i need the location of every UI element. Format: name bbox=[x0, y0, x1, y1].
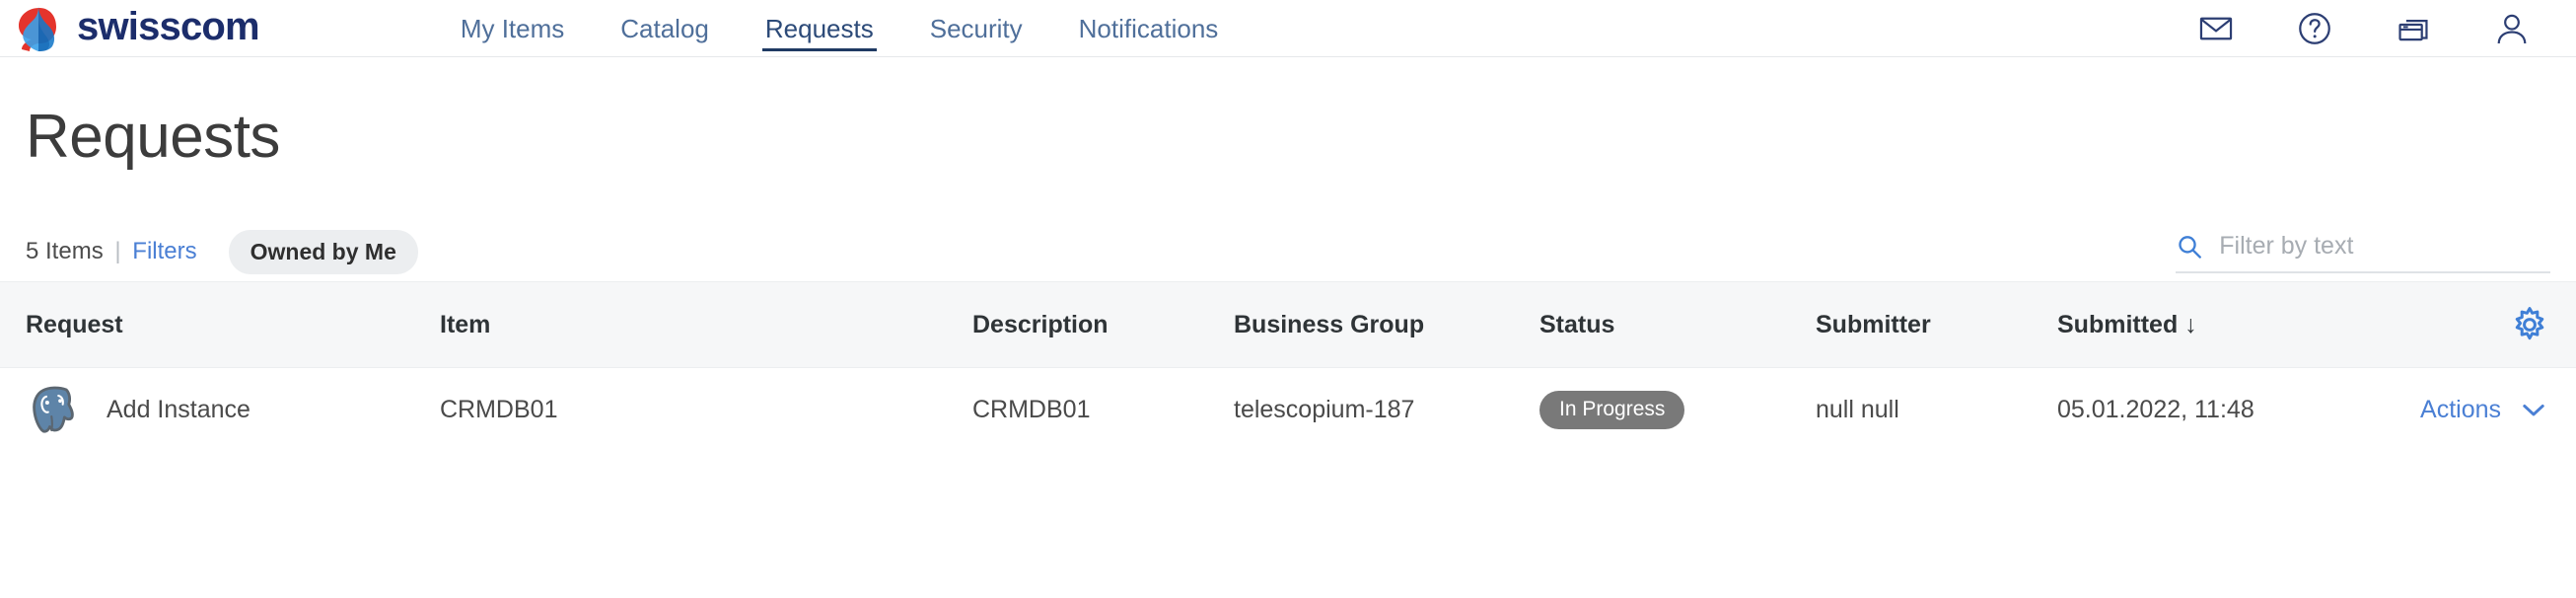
gear-icon[interactable] bbox=[2509, 304, 2550, 345]
column-header-item[interactable]: Item bbox=[440, 311, 972, 339]
column-header-submitted-label: Submitted bbox=[2057, 310, 2179, 338]
cell-request-label: Add Instance bbox=[107, 395, 250, 423]
page-title: Requests bbox=[26, 103, 280, 171]
swisscom-logo-icon bbox=[19, 5, 56, 51]
column-header-business-group[interactable]: Business Group bbox=[1234, 311, 1539, 339]
column-header-settings bbox=[2373, 304, 2550, 345]
column-header-request[interactable]: Request bbox=[26, 311, 440, 339]
brand-logo[interactable]: swisscom bbox=[10, 4, 260, 53]
search-input[interactable] bbox=[2219, 232, 2550, 261]
chevron-down-icon[interactable] bbox=[2517, 393, 2550, 426]
cell-business-group: telescopium-187 bbox=[1234, 395, 1415, 423]
column-header-submitted[interactable]: Submitted ↓ bbox=[2057, 311, 2373, 339]
status-badge: In Progress bbox=[1539, 390, 1685, 429]
actions-label[interactable]: Actions bbox=[2420, 396, 2501, 424]
main-nav: My Items Catalog Requests Security Notif… bbox=[461, 0, 1218, 57]
cell-actions[interactable]: Actions bbox=[2373, 393, 2550, 426]
cell-request: Add Instance bbox=[26, 382, 440, 437]
column-header-submitter[interactable]: Submitter bbox=[1816, 311, 2057, 339]
search-field-wrapper bbox=[2176, 231, 2550, 273]
cell-description: CRMDB01 bbox=[972, 395, 1091, 423]
table-header-row: Request Item Description Business Group … bbox=[0, 281, 2576, 368]
search-icon[interactable] bbox=[2176, 231, 2203, 262]
requests-table: Request Item Description Business Group … bbox=[0, 281, 2576, 451]
nav-item-requests[interactable]: Requests bbox=[761, 0, 877, 57]
cell-item: CRMDB01 bbox=[440, 395, 558, 423]
cell-status: In Progress bbox=[1539, 390, 1816, 429]
table-row[interactable]: Add Instance CRMDB01 CRMDB01 telescopium… bbox=[0, 368, 2576, 451]
help-circle-icon[interactable] bbox=[2296, 10, 2333, 47]
nav-item-notifications[interactable]: Notifications bbox=[1079, 0, 1219, 57]
filters-link[interactable]: Filters bbox=[132, 238, 196, 264]
header-icon-group bbox=[2197, 10, 2531, 47]
item-count-and-filters: 5 Items | Filters bbox=[26, 238, 197, 265]
nav-item-my-items[interactable]: My Items bbox=[461, 0, 564, 57]
top-navigation-bar: swisscom My Items Catalog Requests Secur… bbox=[0, 0, 2576, 57]
nav-item-catalog[interactable]: Catalog bbox=[620, 0, 709, 57]
postgresql-icon bbox=[33, 386, 74, 433]
filter-chip-owned-by-me[interactable]: Owned by Me bbox=[228, 229, 418, 274]
cell-submitted: 05.01.2022, 11:48 bbox=[2057, 395, 2254, 423]
windows-icon[interactable] bbox=[2395, 10, 2432, 47]
cell-submitter: null null bbox=[1816, 395, 1899, 423]
sort-descending-arrow-icon: ↓ bbox=[2184, 310, 2197, 338]
user-account-icon[interactable] bbox=[2493, 10, 2531, 47]
nav-item-security[interactable]: Security bbox=[930, 0, 1023, 57]
toolbar-separator: | bbox=[114, 238, 121, 264]
column-header-status[interactable]: Status bbox=[1539, 311, 1816, 339]
item-count-label: 5 Items bbox=[26, 238, 104, 264]
column-header-description[interactable]: Description bbox=[972, 311, 1234, 339]
list-toolbar: 5 Items | Filters Owned by Me bbox=[0, 222, 2576, 281]
brand-wordmark: swisscom bbox=[77, 5, 260, 48]
mail-icon[interactable] bbox=[2197, 10, 2235, 47]
